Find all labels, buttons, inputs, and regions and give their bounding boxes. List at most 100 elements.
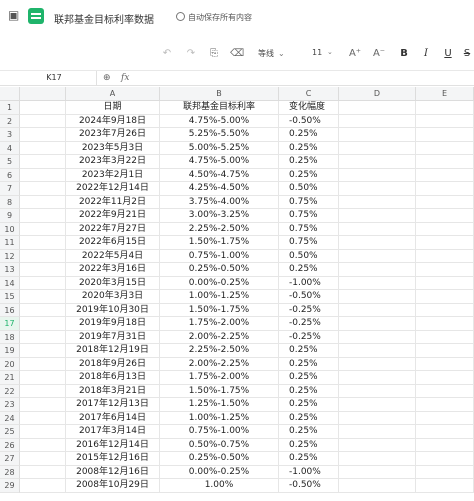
table-cell-spacer[interactable]: [20, 452, 66, 466]
table-cell[interactable]: 2023年3月22日: [66, 155, 160, 169]
table-cell[interactable]: [339, 465, 416, 479]
table-cell[interactable]: -0.50%: [279, 114, 339, 128]
table-cell[interactable]: 日期: [66, 101, 160, 115]
table-cell[interactable]: 2022年5月4日: [66, 249, 160, 263]
table-cell-spacer[interactable]: [20, 425, 66, 439]
table-cell-spacer[interactable]: [20, 330, 66, 344]
font-family-select[interactable]: 等线: [258, 48, 294, 59]
table-cell[interactable]: 0.25%: [279, 263, 339, 277]
table-cell[interactable]: [339, 357, 416, 371]
table-cell[interactable]: 0.75%-1.00%: [160, 425, 279, 439]
row-header[interactable]: 5: [0, 155, 20, 169]
table-cell[interactable]: [339, 101, 416, 115]
table-cell[interactable]: 2022年3月16日: [66, 263, 160, 277]
table-cell[interactable]: [339, 303, 416, 317]
table-cell[interactable]: 0.25%: [279, 141, 339, 155]
table-cell[interactable]: 2018年12月19日: [66, 344, 160, 358]
table-cell[interactable]: 2023年2月1日: [66, 168, 160, 182]
table-cell[interactable]: [339, 128, 416, 142]
table-cell[interactable]: -0.25%: [279, 330, 339, 344]
select-all-corner[interactable]: [0, 87, 20, 101]
table-cell[interactable]: [339, 330, 416, 344]
table-cell[interactable]: [339, 411, 416, 425]
row-header[interactable]: 24: [0, 411, 20, 425]
table-cell[interactable]: [416, 236, 474, 250]
strikethrough-button[interactable]: S: [462, 47, 472, 61]
table-cell[interactable]: 2020年3月15日: [66, 276, 160, 290]
table-cell[interactable]: 1.50%-1.75%: [160, 236, 279, 250]
table-cell[interactable]: -1.00%: [279, 465, 339, 479]
table-cell[interactable]: 2018年6月13日: [66, 371, 160, 385]
row-header[interactable]: 26: [0, 438, 20, 452]
table-cell[interactable]: 0.25%-0.50%: [160, 452, 279, 466]
row-header[interactable]: 11: [0, 236, 20, 250]
grow-font-icon[interactable]: A⁺: [348, 47, 362, 61]
table-cell[interactable]: [339, 371, 416, 385]
table-cell[interactable]: [416, 182, 474, 196]
table-cell[interactable]: 4.25%-4.50%: [160, 182, 279, 196]
table-cell[interactable]: 1.25%-1.50%: [160, 398, 279, 412]
table-cell[interactable]: [416, 438, 474, 452]
row-header[interactable]: 22: [0, 384, 20, 398]
row-header[interactable]: 23: [0, 398, 20, 412]
table-cell-spacer[interactable]: [20, 290, 66, 304]
table-cell[interactable]: -0.50%: [279, 290, 339, 304]
table-cell[interactable]: 2018年9月26日: [66, 357, 160, 371]
shrink-font-icon[interactable]: A⁻: [372, 47, 386, 61]
table-cell[interactable]: [416, 141, 474, 155]
table-cell[interactable]: [416, 344, 474, 358]
table-cell-spacer[interactable]: [20, 371, 66, 385]
table-cell[interactable]: 2020年3月3日: [66, 290, 160, 304]
row-header[interactable]: 4: [0, 141, 20, 155]
table-cell[interactable]: 3.75%-4.00%: [160, 195, 279, 209]
row-header[interactable]: 15: [0, 290, 20, 304]
table-cell[interactable]: [416, 330, 474, 344]
table-cell[interactable]: [416, 452, 474, 466]
table-cell[interactable]: 2.00%-2.25%: [160, 357, 279, 371]
table-cell[interactable]: [339, 263, 416, 277]
row-header[interactable]: 13: [0, 263, 20, 277]
table-cell[interactable]: [416, 411, 474, 425]
table-cell[interactable]: [339, 438, 416, 452]
table-cell[interactable]: 0.25%-0.50%: [160, 263, 279, 277]
table-cell[interactable]: 0.50%: [279, 182, 339, 196]
table-cell[interactable]: [339, 236, 416, 250]
fx-icon[interactable]: fx: [121, 71, 129, 85]
table-cell[interactable]: 2022年12月14日: [66, 182, 160, 196]
zoom-icon[interactable]: ⊕: [103, 71, 111, 85]
column-header-d[interactable]: D: [339, 87, 416, 101]
table-cell[interactable]: 4.75%-5.00%: [160, 114, 279, 128]
table-cell[interactable]: 0.75%-1.00%: [160, 249, 279, 263]
table-cell[interactable]: -0.25%: [279, 303, 339, 317]
table-cell[interactable]: 0.25%: [279, 438, 339, 452]
table-cell[interactable]: 2017年3月14日: [66, 425, 160, 439]
table-cell[interactable]: 2022年6月15日: [66, 236, 160, 250]
table-cell[interactable]: 0.25%: [279, 398, 339, 412]
table-cell-spacer[interactable]: [20, 465, 66, 479]
row-header[interactable]: 8: [0, 195, 20, 209]
table-cell[interactable]: [339, 114, 416, 128]
table-cell[interactable]: 1.00%: [160, 479, 279, 493]
save-icon[interactable]: ▣: [8, 8, 22, 22]
row-header[interactable]: 25: [0, 425, 20, 439]
table-cell-spacer[interactable]: [20, 317, 66, 331]
table-cell-spacer[interactable]: [20, 101, 66, 115]
table-cell[interactable]: 2016年12月14日: [66, 438, 160, 452]
table-cell[interactable]: [416, 195, 474, 209]
table-cell[interactable]: 2019年10月30日: [66, 303, 160, 317]
table-cell[interactable]: 2015年12月16日: [66, 452, 160, 466]
table-cell-spacer[interactable]: [20, 411, 66, 425]
column-header-a[interactable]: A: [66, 87, 160, 101]
table-cell-spacer[interactable]: [20, 344, 66, 358]
table-cell[interactable]: [416, 479, 474, 493]
table-cell[interactable]: [416, 168, 474, 182]
table-cell[interactable]: 2019年7月31日: [66, 330, 160, 344]
table-cell[interactable]: [339, 195, 416, 209]
table-cell[interactable]: [339, 182, 416, 196]
table-cell[interactable]: 4.75%-5.00%: [160, 155, 279, 169]
italic-button[interactable]: I: [420, 47, 432, 61]
column-header-c[interactable]: C: [279, 87, 339, 101]
table-cell[interactable]: 联邦基金目标利率: [160, 101, 279, 115]
table-cell[interactable]: 2024年9月18日: [66, 114, 160, 128]
row-header[interactable]: 1: [0, 101, 20, 115]
